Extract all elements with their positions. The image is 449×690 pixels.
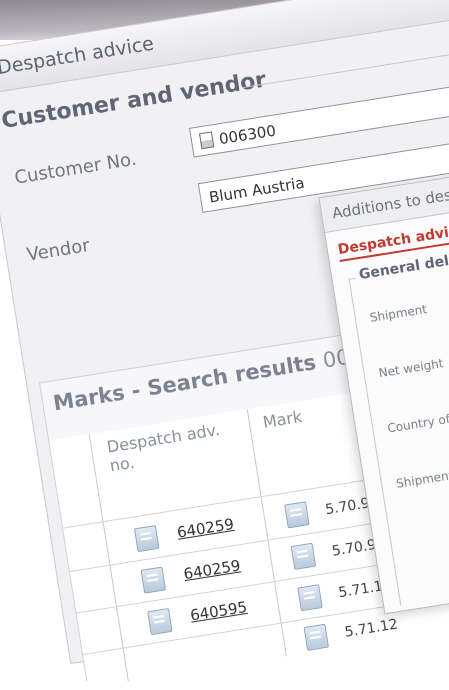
mark-doc-icon[interactable] — [290, 542, 317, 570]
net-weight-label: Net weight — [377, 356, 445, 381]
column-header-despatch-no: Despatch adv. no. — [105, 419, 222, 476]
grid-line — [246, 409, 287, 657]
shipment-label: Shipment — [368, 302, 428, 325]
customer-no-label: Customer No. — [13, 148, 138, 189]
despatch-link[interactable]: 640259 — [182, 556, 241, 583]
vendor-value: Blum Austria — [207, 173, 306, 207]
mark-doc-icon[interactable] — [303, 623, 330, 651]
customer-no-value: 006300 — [217, 121, 278, 149]
country-label: Country of lo — [386, 410, 449, 436]
despatch-link[interactable]: 640259 — [176, 515, 235, 542]
app-scene: Despatch advice Customer and vendor Cust… — [0, 0, 449, 688]
mark-doc-icon[interactable] — [297, 584, 323, 612]
mark-doc-icon[interactable] — [284, 501, 310, 529]
document-icon — [199, 131, 215, 150]
despatch-doc-icon[interactable] — [140, 566, 167, 594]
despatch-doc-icon[interactable] — [147, 608, 173, 636]
vendor-label: Vendor — [25, 235, 92, 266]
column-header-mark: Mark — [261, 406, 304, 432]
despatch-doc-icon[interactable] — [133, 525, 160, 553]
window-title: Despatch advice — [0, 32, 156, 80]
despatch-link[interactable]: 640595 — [189, 598, 248, 625]
mark-value: 5.71.12 — [343, 616, 399, 641]
shipment-terms-label: Shipment te — [395, 466, 449, 491]
